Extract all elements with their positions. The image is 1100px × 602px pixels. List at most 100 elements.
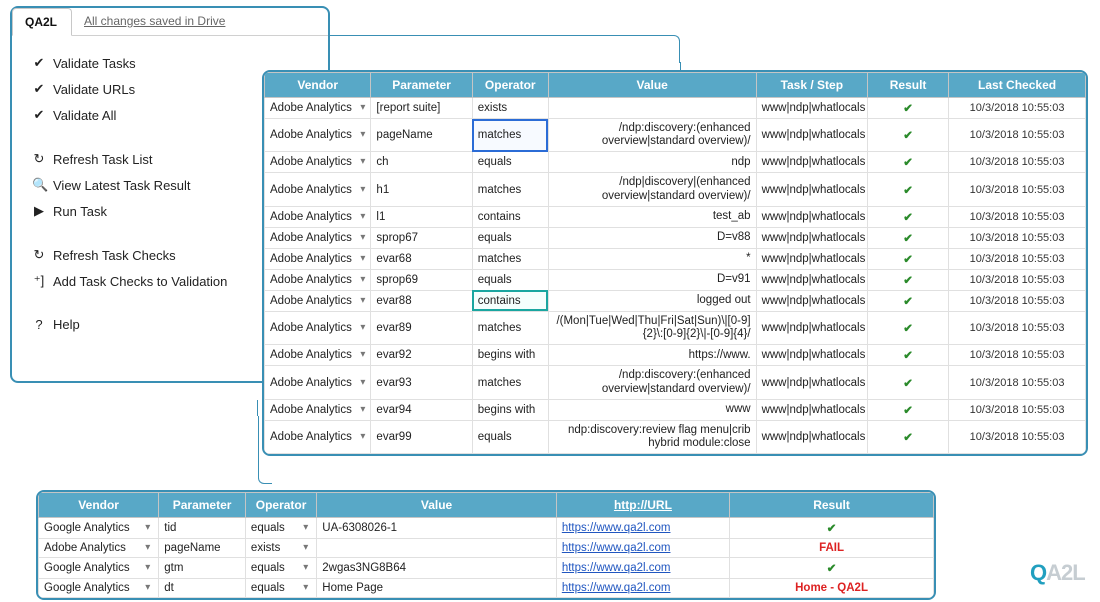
dropdown-icon[interactable]: ▾ xyxy=(303,522,311,533)
table-row[interactable]: Adobe Analytics▾chequalsndpwww|ndp|whatl… xyxy=(265,152,1086,173)
vendor-cell[interactable]: Google Analytics xyxy=(44,562,130,574)
url-checks-table[interactable]: VendorParameterOperatorValuehttp://URLRe… xyxy=(38,492,934,598)
dropdown-icon[interactable]: ▾ xyxy=(360,274,368,285)
task-step-cell[interactable]: www|ndp|whatlocals xyxy=(756,206,867,227)
table-row[interactable]: Adobe Analytics▾[report suite]existswww|… xyxy=(265,98,1086,119)
value-cell[interactable]: https://www. xyxy=(548,345,756,366)
operator-cell[interactable]: equals xyxy=(472,269,548,290)
value-cell[interactable]: D=v88 xyxy=(548,227,756,248)
operator-cell[interactable]: matches xyxy=(472,173,548,206)
dropdown-icon[interactable]: ▾ xyxy=(145,522,153,533)
dropdown-icon[interactable]: ▾ xyxy=(145,582,153,593)
task-step-cell[interactable]: www|ndp|whatlocals xyxy=(756,345,867,366)
value-cell[interactable]: * xyxy=(548,248,756,269)
dropdown-icon[interactable]: ▾ xyxy=(360,404,368,415)
column-header[interactable]: Value xyxy=(317,493,557,518)
vendor-cell[interactable]: Adobe Analytics xyxy=(270,349,352,361)
table-row[interactable]: Adobe Analytics▾evar68matches*www|ndp|wh… xyxy=(265,248,1086,269)
table-row[interactable]: Adobe Analytics▾l1containstest_abwww|ndp… xyxy=(265,206,1086,227)
operator-cell[interactable]: matches xyxy=(472,248,548,269)
dropdown-icon[interactable]: ▾ xyxy=(360,349,368,360)
table-row[interactable]: Adobe Analytics▾evar94begins withwwwwww|… xyxy=(265,399,1086,420)
task-step-cell[interactable]: www|ndp|whatlocals xyxy=(756,152,867,173)
dropdown-icon[interactable]: ▾ xyxy=(360,322,368,333)
task-step-cell[interactable]: www|ndp|whatlocals xyxy=(756,366,867,399)
vendor-cell[interactable]: Google Analytics xyxy=(44,582,130,594)
parameter-cell[interactable]: evar89 xyxy=(371,311,472,344)
column-header[interactable]: Result xyxy=(868,73,949,98)
vendor-cell[interactable]: Adobe Analytics xyxy=(270,129,352,141)
column-header[interactable]: Value xyxy=(548,73,756,98)
table-row[interactable]: Google Analytics▾tidequals▾UA-6308026-1h… xyxy=(39,518,934,539)
task-checks-table[interactable]: VendorParameterOperatorValueTask / StepR… xyxy=(264,72,1086,454)
dropdown-icon[interactable]: ▾ xyxy=(360,295,368,306)
dropdown-icon[interactable]: ▾ xyxy=(360,129,368,140)
operator-cell[interactable]: equals xyxy=(251,522,285,534)
vendor-cell[interactable]: Adobe Analytics xyxy=(270,156,352,168)
task-step-cell[interactable]: www|ndp|whatlocals xyxy=(756,399,867,420)
parameter-cell[interactable]: pageName xyxy=(371,119,472,152)
task-step-cell[interactable]: www|ndp|whatlocals xyxy=(756,248,867,269)
value-cell[interactable]: /ndp|discovery|(enhanced overview|standa… xyxy=(548,173,756,206)
dropdown-icon[interactable]: ▾ xyxy=(145,542,153,553)
dropdown-icon[interactable]: ▾ xyxy=(360,232,368,243)
column-header[interactable]: Result xyxy=(730,493,934,518)
save-status[interactable]: All changes saved in Drive xyxy=(72,8,239,35)
vendor-cell[interactable]: Adobe Analytics xyxy=(270,184,352,196)
column-header[interactable]: Parameter xyxy=(371,73,472,98)
vendor-cell[interactable]: Adobe Analytics xyxy=(270,211,352,223)
url-link[interactable]: https://www.qa2l.com xyxy=(562,562,671,574)
value-cell[interactable]: UA-6308026-1 xyxy=(317,518,557,539)
vendor-cell[interactable]: Google Analytics xyxy=(44,522,130,534)
vendor-cell[interactable]: Adobe Analytics xyxy=(270,295,352,307)
parameter-cell[interactable]: evar99 xyxy=(371,420,472,453)
column-header[interactable]: Last Checked xyxy=(949,73,1086,98)
parameter-cell[interactable]: [report suite] xyxy=(371,98,472,119)
operator-cell[interactable]: begins with xyxy=(472,399,548,420)
dropdown-icon[interactable]: ▾ xyxy=(303,562,311,573)
parameter-cell[interactable]: l1 xyxy=(371,206,472,227)
value-cell[interactable]: www xyxy=(548,399,756,420)
value-cell[interactable]: /ndp:discovery:(enhanced overview|standa… xyxy=(548,366,756,399)
operator-cell[interactable]: equals xyxy=(251,582,285,594)
parameter-cell[interactable]: h1 xyxy=(371,173,472,206)
dropdown-icon[interactable]: ▾ xyxy=(360,253,368,264)
value-cell[interactable]: D=v91 xyxy=(548,269,756,290)
table-row[interactable]: Adobe Analytics▾evar89matches/(Mon|Tue|W… xyxy=(265,311,1086,344)
parameter-cell[interactable]: sprop67 xyxy=(371,227,472,248)
table-row[interactable]: Adobe Analytics▾h1matches/ndp|discovery|… xyxy=(265,173,1086,206)
vendor-cell[interactable]: Adobe Analytics xyxy=(270,232,352,244)
url-link[interactable]: https://www.qa2l.com xyxy=(562,582,671,594)
operator-cell[interactable]: equals xyxy=(472,420,548,453)
value-cell[interactable]: test_ab xyxy=(548,206,756,227)
operator-cell[interactable]: matches xyxy=(472,366,548,399)
task-step-cell[interactable]: www|ndp|whatlocals xyxy=(756,311,867,344)
table-row[interactable]: Adobe Analytics▾evar92begins withhttps:/… xyxy=(265,345,1086,366)
table-row[interactable]: Adobe Analytics▾sprop69equalsD=v91www|nd… xyxy=(265,269,1086,290)
task-step-cell[interactable]: www|ndp|whatlocals xyxy=(756,420,867,453)
dropdown-icon[interactable]: ▾ xyxy=(303,542,311,553)
task-step-cell[interactable]: www|ndp|whatlocals xyxy=(756,290,867,311)
column-header[interactable]: Vendor xyxy=(265,73,371,98)
column-header[interactable]: Task / Step xyxy=(756,73,867,98)
vendor-cell[interactable]: Adobe Analytics xyxy=(270,404,352,416)
table-row[interactable]: Adobe Analytics▾sprop67equalsD=v88www|nd… xyxy=(265,227,1086,248)
parameter-cell[interactable]: evar88 xyxy=(371,290,472,311)
url-link[interactable]: https://www.qa2l.com xyxy=(562,542,671,554)
url-cell[interactable]: https://www.qa2l.com xyxy=(556,579,729,598)
value-cell[interactable] xyxy=(317,539,557,558)
app-title-tab[interactable]: QA2L xyxy=(12,8,72,36)
dropdown-icon[interactable]: ▾ xyxy=(145,562,153,573)
parameter-cell[interactable]: pageName xyxy=(159,539,246,558)
task-step-cell[interactable]: www|ndp|whatlocals xyxy=(756,269,867,290)
vendor-cell[interactable]: Adobe Analytics xyxy=(270,253,352,265)
vendor-cell[interactable]: Adobe Analytics xyxy=(270,102,352,114)
operator-cell[interactable]: equals xyxy=(472,227,548,248)
column-header[interactable]: http://URL xyxy=(556,493,729,518)
vendor-cell[interactable]: Adobe Analytics xyxy=(44,542,126,554)
table-row[interactable]: Adobe Analytics▾evar88containslogged out… xyxy=(265,290,1086,311)
vendor-cell[interactable]: Adobe Analytics xyxy=(270,431,352,443)
value-cell[interactable] xyxy=(548,98,756,119)
task-step-cell[interactable]: www|ndp|whatlocals xyxy=(756,98,867,119)
operator-cell[interactable]: matches xyxy=(472,119,548,152)
